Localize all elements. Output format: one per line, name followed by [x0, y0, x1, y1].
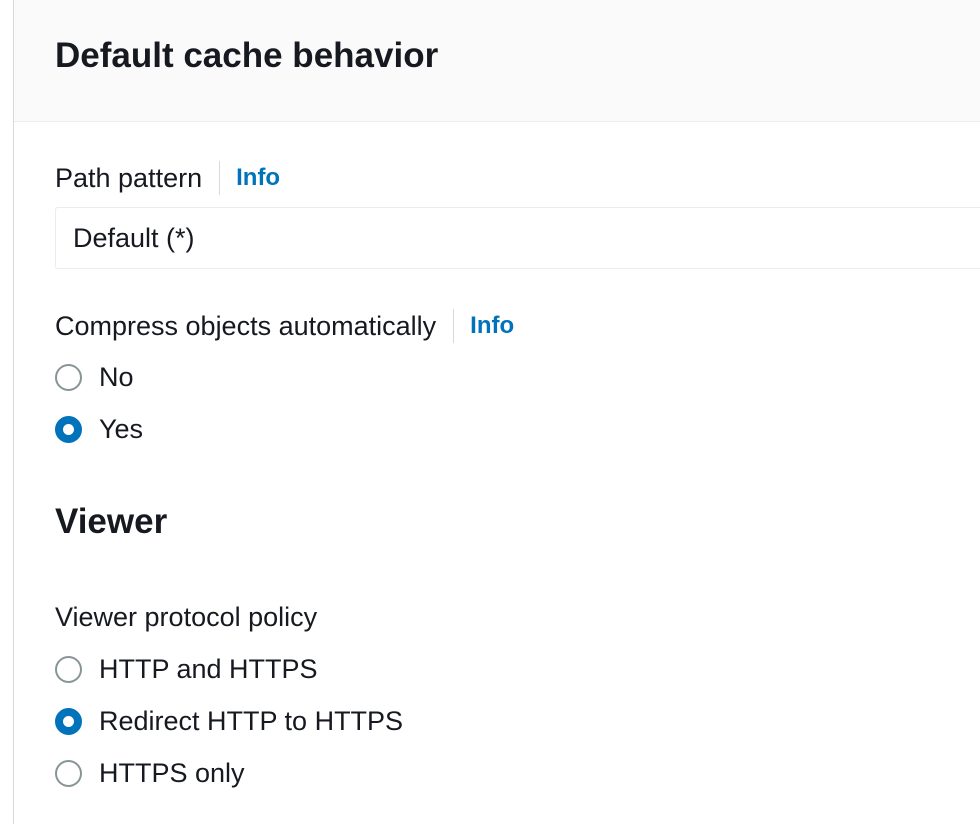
viewer-radio-http-and-https-label: HTTP and HTTPS [99, 654, 318, 684]
panel-title: Default cache behavior [55, 36, 439, 75]
viewer-protocol-label-row: Viewer protocol policy [55, 599, 317, 635]
compress-label-row: Compress objects automatically Info [55, 308, 514, 344]
viewer-radio-redirect-label: Redirect HTTP to HTTPS [99, 706, 404, 736]
path-pattern-label-row: Path pattern Info [55, 160, 280, 196]
compress-radio-no-label: No [99, 362, 134, 392]
viewer-section-heading: Viewer [55, 502, 168, 541]
path-pattern-input[interactable] [55, 207, 980, 269]
compress-objects-info-link[interactable]: Info [470, 308, 514, 344]
default-cache-behavior-panel: Default cache behavior Path pattern Info… [13, 0, 980, 824]
radio-checked-icon[interactable] [55, 415, 82, 443]
compress-radio-yes[interactable]: Yes [55, 411, 143, 447]
viewer-protocol-policy-label: Viewer protocol policy [55, 602, 318, 632]
viewer-radio-http-and-https[interactable]: HTTP and HTTPS [55, 651, 318, 687]
label-divider [453, 309, 455, 343]
radio-unchecked-icon[interactable] [55, 655, 82, 683]
compress-radio-yes-label: Yes [99, 414, 144, 444]
viewer-radio-https-only-label: HTTPS only [99, 758, 245, 788]
path-pattern-label: Path pattern [55, 163, 203, 193]
radio-unchecked-icon[interactable] [55, 363, 82, 391]
label-divider [219, 161, 221, 195]
viewer-radio-redirect-http-to-https[interactable]: Redirect HTTP to HTTPS [55, 703, 403, 739]
compress-objects-label: Compress objects automatically [55, 311, 437, 341]
panel-header: Default cache behavior [14, 0, 980, 122]
radio-checked-icon[interactable] [55, 707, 82, 735]
path-pattern-info-link[interactable]: Info [236, 160, 280, 196]
compress-radio-no[interactable]: No [55, 359, 134, 395]
radio-unchecked-icon[interactable] [55, 759, 82, 787]
viewer-radio-https-only[interactable]: HTTPS only [55, 755, 245, 791]
